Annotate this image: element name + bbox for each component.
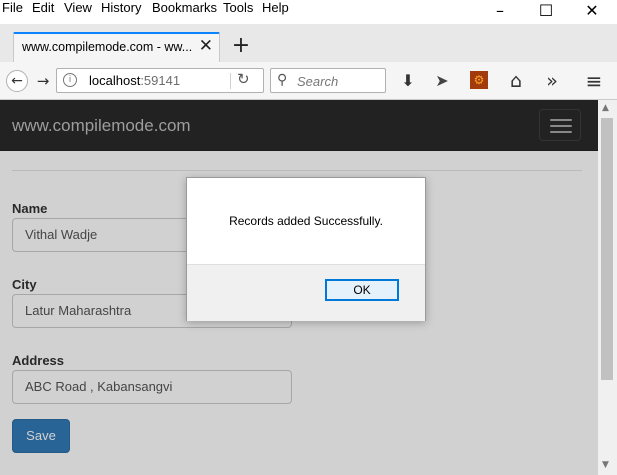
overflow-icon[interactable]: » <box>541 70 563 92</box>
close-tab-icon[interactable]: ✕ <box>199 36 213 56</box>
ok-button[interactable]: OK <box>325 279 399 301</box>
home-icon[interactable]: ⌂ <box>505 70 527 92</box>
menu-edit[interactable]: Edit <box>32 0 54 16</box>
info-icon[interactable]: i <box>63 73 77 87</box>
tab-title: www.compilemode.com - ww... <box>22 40 193 54</box>
dialog-message: Records added Successfully. <box>229 214 383 228</box>
addon-icon[interactable]: ⚙ <box>470 71 488 89</box>
close-window-button[interactable]: ✕ <box>569 0 615 24</box>
toggle-bar <box>550 119 572 121</box>
url-port: :59141 <box>140 73 181 88</box>
back-arrow-icon[interactable]: ← <box>6 70 28 92</box>
menu-bookmarks[interactable]: Bookmarks <box>152 0 217 16</box>
hamburger-menu-icon[interactable]: ≡ <box>583 70 605 92</box>
toggle-bar <box>550 131 572 133</box>
site-navbar: www.compilemode.com <box>0 100 598 151</box>
menu-history[interactable]: History <box>101 0 141 16</box>
new-tab-button[interactable]: + <box>229 34 253 58</box>
forward-arrow-icon[interactable]: → <box>32 70 54 92</box>
toggle-bar <box>550 125 572 127</box>
url-host: localhost <box>89 73 141 88</box>
url-text: localhost:59141 <box>89 73 180 88</box>
maximize-button[interactable]: ☐ <box>523 0 569 24</box>
search-icon: ⚲ <box>277 72 288 88</box>
reload-icon[interactable]: ↻ <box>237 70 250 88</box>
navbar-toggle-button[interactable] <box>539 109 581 141</box>
scroll-up-icon[interactable]: ▲ <box>602 103 609 113</box>
minimize-button[interactable]: – <box>477 0 523 24</box>
menu-view[interactable]: View <box>64 0 92 16</box>
page-scrollbar[interactable]: ▲ ▼ <box>598 100 617 475</box>
menu-file[interactable]: File <box>2 0 23 16</box>
scroll-down-icon[interactable]: ▼ <box>602 460 609 470</box>
url-bar[interactable]: i localhost:59141 ↻ <box>56 68 264 93</box>
scrollbar-thumb[interactable] <box>601 118 613 380</box>
menu-tools[interactable]: Tools <box>223 0 253 16</box>
search-bar[interactable]: ⚲ Search <box>270 68 386 93</box>
send-icon[interactable]: ➤ <box>431 70 453 92</box>
site-brand[interactable]: www.compilemode.com <box>12 116 191 136</box>
download-icon[interactable]: ⬇ <box>397 70 419 92</box>
url-divider <box>230 73 231 89</box>
browser-tab[interactable]: www.compilemode.com - ww... ✕ <box>13 32 220 63</box>
search-input[interactable]: Search <box>297 74 338 89</box>
menu-help[interactable]: Help <box>262 0 289 16</box>
dialog-footer: OK <box>187 264 425 321</box>
alert-dialog: Records added Successfully. OK <box>186 177 426 321</box>
